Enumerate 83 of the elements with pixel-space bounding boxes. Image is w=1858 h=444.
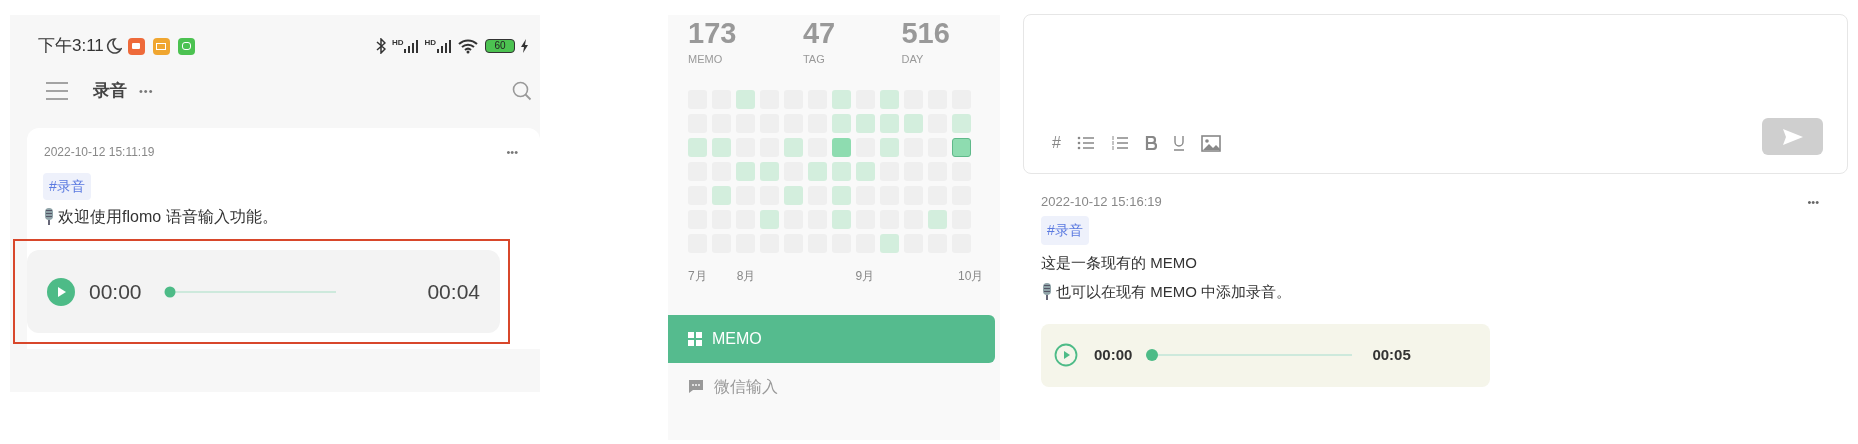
- heatmap-cell[interactable]: [832, 185, 851, 205]
- battery-icon: 60: [485, 39, 515, 53]
- heatmap-cell[interactable]: [760, 209, 779, 229]
- wifi-icon: [457, 38, 479, 54]
- numbered-list-icon[interactable]: [1110, 136, 1129, 150]
- memo-tag[interactable]: #录音: [1041, 215, 1089, 245]
- hashtag-icon[interactable]: #: [1052, 131, 1061, 155]
- stat-value: 47: [802, 17, 837, 49]
- heatmap-cell[interactable]: [688, 137, 707, 157]
- moon-icon: [105, 37, 122, 55]
- heatmap-cell[interactable]: [736, 161, 755, 181]
- heatmap-cell[interactable]: [712, 185, 731, 205]
- play-button[interactable]: [47, 277, 75, 306]
- signal-icon: [437, 39, 451, 53]
- bullet-list-icon[interactable]: [1076, 136, 1095, 150]
- stat-value: 516: [901, 17, 951, 49]
- heatmap-cell[interactable]: [880, 233, 899, 253]
- bluetooth-icon: [375, 38, 386, 54]
- heatmap-cell[interactable]: [760, 161, 779, 181]
- charging-icon: [521, 39, 528, 53]
- month-label: 9月: [855, 267, 875, 285]
- stat-label: MEMO: [688, 52, 724, 67]
- sidebar-item[interactable]: MEMO: [668, 314, 995, 363]
- mail-app-icon: [152, 37, 170, 55]
- duration-time: 00:04: [427, 278, 480, 305]
- heatmap-cell[interactable]: [832, 161, 851, 181]
- microphone-icon: [1041, 283, 1053, 302]
- camera-app-icon: [127, 37, 145, 55]
- heatmap-cell[interactable]: [952, 113, 971, 133]
- more-button[interactable]: •••: [506, 143, 518, 161]
- progress-thumb[interactable]: [1146, 349, 1159, 361]
- month-label: 8月: [736, 267, 756, 285]
- chat-app-icon: [177, 37, 195, 55]
- month-label: 10月: [958, 267, 984, 285]
- heatmap-cell[interactable]: [832, 89, 851, 109]
- heatmap-cell[interactable]: [904, 113, 923, 133]
- duration-time: 00:05: [1372, 344, 1411, 365]
- bold-icon[interactable]: [1144, 136, 1157, 150]
- heatmap-cell[interactable]: [928, 209, 947, 229]
- heatmap-cell[interactable]: [880, 137, 899, 157]
- stat-label: DAY: [901, 52, 925, 67]
- play-button[interactable]: [1054, 343, 1078, 367]
- heatmap-cell[interactable]: [832, 113, 851, 133]
- menu-icon[interactable]: [46, 82, 68, 100]
- image-icon[interactable]: [1200, 134, 1221, 152]
- underline-icon[interactable]: [1172, 135, 1185, 151]
- network-label: HD: [391, 39, 404, 47]
- current-time: 00:00: [1094, 344, 1133, 365]
- chat-icon: [688, 379, 704, 394]
- network-label: HD: [424, 39, 436, 47]
- heatmap-cell[interactable]: [784, 185, 803, 205]
- heatmap-cell[interactable]: [784, 137, 803, 157]
- stat-value: 173: [688, 17, 738, 49]
- microphone-icon: [43, 208, 55, 226]
- heatmap-cell[interactable]: [832, 209, 851, 229]
- signal-icon: [404, 39, 419, 53]
- heatmap-cell[interactable]: [856, 161, 875, 181]
- more-button[interactable]: •••: [139, 82, 154, 100]
- memo-text: 也可以在现有 MEMO 中添加录音。: [1056, 282, 1291, 302]
- grid-icon: [688, 331, 702, 346]
- status-time: 下午3:11: [38, 35, 104, 58]
- send-icon: [1782, 128, 1803, 145]
- current-time: 00:00: [89, 278, 142, 305]
- sidebar-item[interactable]: 微信输入: [668, 362, 995, 411]
- stat-label: TAG: [802, 52, 826, 67]
- month-label: 7月: [688, 267, 707, 285]
- page-title: 录音: [93, 80, 127, 103]
- memo-date: 2022-10-12 15:16:19: [1041, 193, 1162, 211]
- memo-date: 2022-10-12 15:11:19: [44, 144, 155, 161]
- heatmap-cell[interactable]: [808, 161, 827, 181]
- memo-text: 这是一条现有的 MEMO: [1041, 252, 1197, 273]
- heatmap-cell[interactable]: [880, 89, 899, 109]
- heatmap-cell[interactable]: [880, 113, 899, 133]
- heatmap-cell[interactable]: [952, 137, 971, 157]
- progress-thumb[interactable]: [164, 286, 176, 297]
- memo-text: 欢迎使用flomo 语音输入功能。: [58, 207, 278, 227]
- memo-tag[interactable]: #录音: [43, 173, 91, 200]
- heatmap-cell[interactable]: [856, 113, 875, 133]
- heatmap-cell[interactable]: [736, 89, 755, 109]
- heatmap-cell[interactable]: [832, 137, 851, 157]
- heatmap-cell[interactable]: [712, 137, 731, 157]
- search-icon[interactable]: [512, 81, 532, 101]
- more-button[interactable]: •••: [1807, 193, 1819, 210]
